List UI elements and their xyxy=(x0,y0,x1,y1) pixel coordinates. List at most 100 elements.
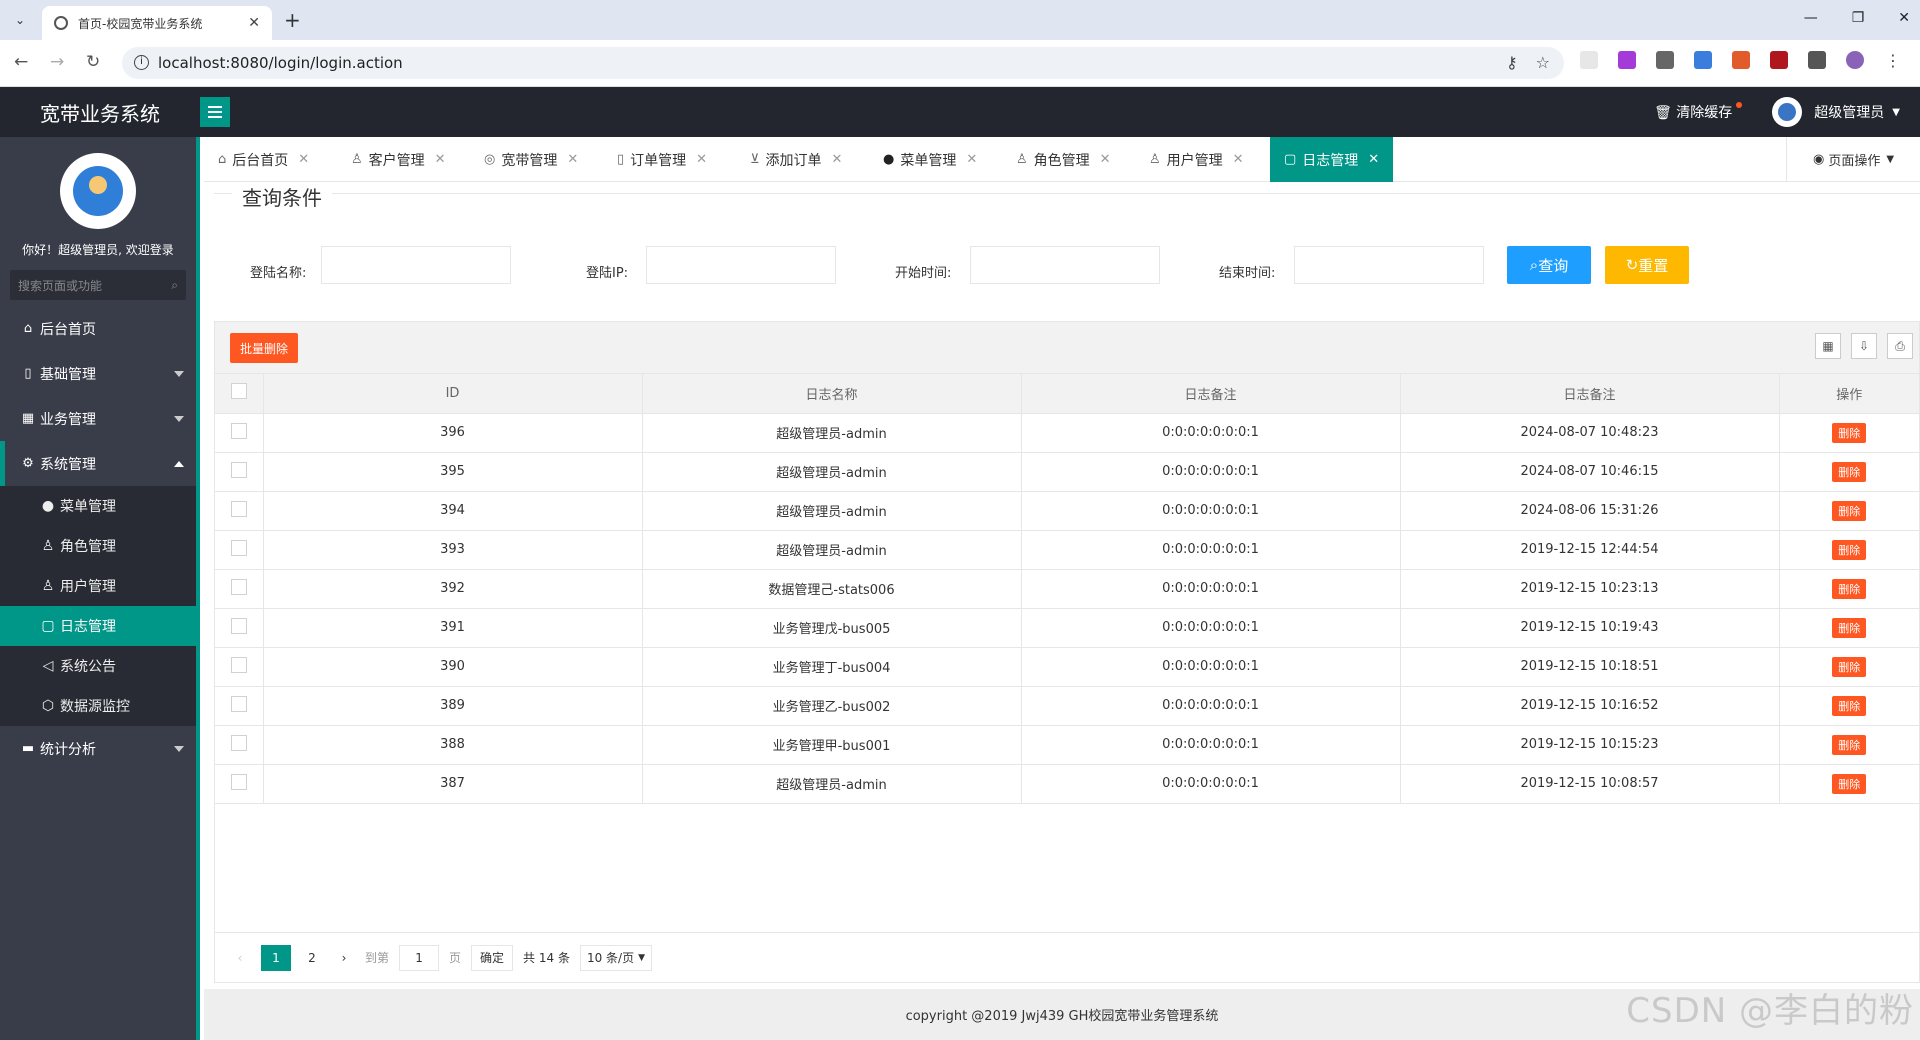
column-header[interactable]: ID xyxy=(263,374,643,414)
back-icon[interactable]: ← xyxy=(14,52,28,72)
close-icon[interactable]: ✕ xyxy=(435,152,446,167)
column-header[interactable]: 日志备注 xyxy=(1400,374,1780,414)
tab-role[interactable]: ♙ 角色管理 ✕ xyxy=(1002,137,1125,182)
close-icon[interactable]: ✕ xyxy=(1100,152,1111,167)
row-checkbox[interactable] xyxy=(230,656,247,673)
delete-button[interactable]: 删除 xyxy=(1832,422,1867,443)
delete-button[interactable]: 删除 xyxy=(1832,578,1867,599)
sidebar-item-basic[interactable]: ▯ 基础管理 xyxy=(0,351,196,396)
next-page-icon[interactable]: › xyxy=(333,945,355,971)
batch-delete-button[interactable]: 批量删除 xyxy=(230,333,298,363)
extension-icon[interactable] xyxy=(1656,51,1674,69)
delete-button[interactable]: 删除 xyxy=(1832,617,1867,638)
print-icon[interactable]: ⎙ xyxy=(1887,333,1913,359)
reset-button[interactable]: ↻ 重置 xyxy=(1605,246,1689,284)
row-checkbox[interactable] xyxy=(230,539,247,556)
sidebar-item-role[interactable]: ♙ 角色管理 xyxy=(0,526,196,566)
goto-confirm-button[interactable]: 确定 xyxy=(471,944,514,971)
url-field[interactable]: i localhost:8080/login/login.action ⚷ ☆ xyxy=(122,47,1564,79)
close-icon[interactable]: ✕ xyxy=(1368,152,1379,167)
browser-tab[interactable]: 首页-校园宽带业务系统 ✕ xyxy=(42,6,272,40)
minimize-icon[interactable]: — xyxy=(1804,10,1818,26)
page-2[interactable]: 2 xyxy=(301,945,323,971)
end-time-input[interactable] xyxy=(1294,246,1484,284)
sidebar-search-input[interactable]: 搜索页面或功能 ⌕ xyxy=(10,270,186,300)
delete-button[interactable]: 删除 xyxy=(1832,656,1867,677)
row-checkbox[interactable] xyxy=(230,422,247,439)
close-icon[interactable]: ✕ xyxy=(966,152,977,167)
close-icon[interactable]: ✕ xyxy=(696,152,707,167)
sidebar-item-stats[interactable]: ▬ 统计分析 xyxy=(0,726,196,771)
close-icon[interactable]: ✕ xyxy=(298,152,309,167)
columns-icon[interactable]: ▦ xyxy=(1815,333,1841,359)
menu-toggle-button[interactable] xyxy=(200,97,230,127)
tab-order[interactable]: ▯ 订单管理 ✕ xyxy=(603,137,721,182)
row-checkbox[interactable] xyxy=(230,500,247,517)
new-tab-icon[interactable]: + xyxy=(284,8,301,32)
reload-icon[interactable]: ↻ xyxy=(86,52,100,72)
delete-button[interactable]: 删除 xyxy=(1832,539,1867,560)
user-menu[interactable]: 超级管理员 ▼ xyxy=(1772,97,1900,127)
close-tab-icon[interactable]: ✕ xyxy=(248,15,260,31)
extension-icon[interactable] xyxy=(1770,51,1788,69)
row-checkbox[interactable] xyxy=(230,773,247,790)
delete-button[interactable]: 删除 xyxy=(1832,500,1867,521)
more-icon[interactable]: ⋮ xyxy=(1884,51,1902,70)
tab-home[interactable]: ⌂ 后台首页 ✕ xyxy=(204,137,323,182)
tab-add-order[interactable]: ⊻ 添加订单 ✕ xyxy=(736,137,856,182)
column-header[interactable]: 日志备注 xyxy=(1021,374,1401,414)
site-info-icon[interactable]: i xyxy=(134,55,149,70)
extension-icon[interactable] xyxy=(1618,51,1636,69)
close-icon[interactable]: ✕ xyxy=(1233,152,1244,167)
key-icon[interactable]: ⚷ xyxy=(1506,53,1518,72)
clear-cache-button[interactable]: 🗑 清除缓存 xyxy=(1654,102,1743,122)
extension-icon[interactable] xyxy=(1694,51,1712,69)
sidebar-item-system[interactable]: ⚙ 系统管理 xyxy=(0,441,196,486)
login-ip-input[interactable] xyxy=(646,246,836,284)
avatar xyxy=(1772,97,1803,127)
tab-search-icon[interactable]: ⌄ xyxy=(8,8,32,32)
row-checkbox[interactable] xyxy=(230,461,247,478)
close-window-icon[interactable]: ✕ xyxy=(1898,10,1910,26)
puzzle-icon[interactable] xyxy=(1808,51,1826,69)
delete-button[interactable]: 删除 xyxy=(1832,461,1867,482)
goto-page-input[interactable]: 1 xyxy=(399,944,440,971)
close-icon[interactable]: ✕ xyxy=(832,152,843,167)
sidebar-item-datasource[interactable]: ⬡ 数据源监控 xyxy=(0,686,196,726)
row-checkbox[interactable] xyxy=(230,617,247,634)
delete-button[interactable]: 删除 xyxy=(1832,773,1867,794)
forward-icon[interactable]: → xyxy=(50,52,64,72)
column-header[interactable]: 日志名称 xyxy=(642,374,1022,414)
export-icon[interactable]: ⇩ xyxy=(1851,333,1877,359)
start-time-input[interactable] xyxy=(970,246,1160,284)
row-checkbox[interactable] xyxy=(230,695,247,712)
row-checkbox[interactable] xyxy=(230,578,247,595)
extension-icon[interactable] xyxy=(1580,51,1598,69)
sidebar-item-menu[interactable]: ● 菜单管理 xyxy=(0,486,196,526)
page-1[interactable]: 1 xyxy=(261,944,291,971)
search-button[interactable]: ⌕ 查询 xyxy=(1507,246,1591,284)
prev-page-icon[interactable]: ‹ xyxy=(229,945,251,971)
restore-icon[interactable]: ❐ xyxy=(1852,10,1865,26)
login-name-input[interactable] xyxy=(321,246,511,284)
sidebar-item-business[interactable]: ▦ 业务管理 xyxy=(0,396,196,441)
sidebar-item-log[interactable]: ▢ 日志管理 xyxy=(0,606,196,646)
page-operations-button[interactable]: ◉ 页面操作 ▼ xyxy=(1786,137,1920,182)
sidebar-item-user[interactable]: ♙ 用户管理 xyxy=(0,566,196,606)
sidebar-item-home[interactable]: ⌂ 后台首页 xyxy=(0,306,196,351)
close-icon[interactable]: ✕ xyxy=(567,152,578,167)
tab-customer[interactable]: ♙ 客户管理 ✕ xyxy=(337,137,460,182)
tab-broadband[interactable]: ◎ 宽带管理 ✕ xyxy=(470,137,592,182)
delete-button[interactable]: 删除 xyxy=(1832,734,1867,755)
per-page-select[interactable]: 10 条/页 ▼ xyxy=(579,944,653,971)
sidebar-item-notice[interactable]: ◁ 系统公告 xyxy=(0,646,196,686)
profile-icon[interactable] xyxy=(1846,51,1864,69)
delete-button[interactable]: 删除 xyxy=(1832,695,1867,716)
tab-log[interactable]: ▢ 日志管理 ✕ xyxy=(1270,137,1394,182)
bookmark-star-icon[interactable]: ☆ xyxy=(1536,53,1550,72)
extension-icon[interactable] xyxy=(1732,51,1750,69)
select-all-checkbox[interactable] xyxy=(230,383,247,400)
row-checkbox[interactable] xyxy=(230,734,247,751)
tab-user[interactable]: ♙ 用户管理 ✕ xyxy=(1135,137,1258,182)
tab-menu[interactable]: ● 菜单管理 ✕ xyxy=(869,137,991,182)
